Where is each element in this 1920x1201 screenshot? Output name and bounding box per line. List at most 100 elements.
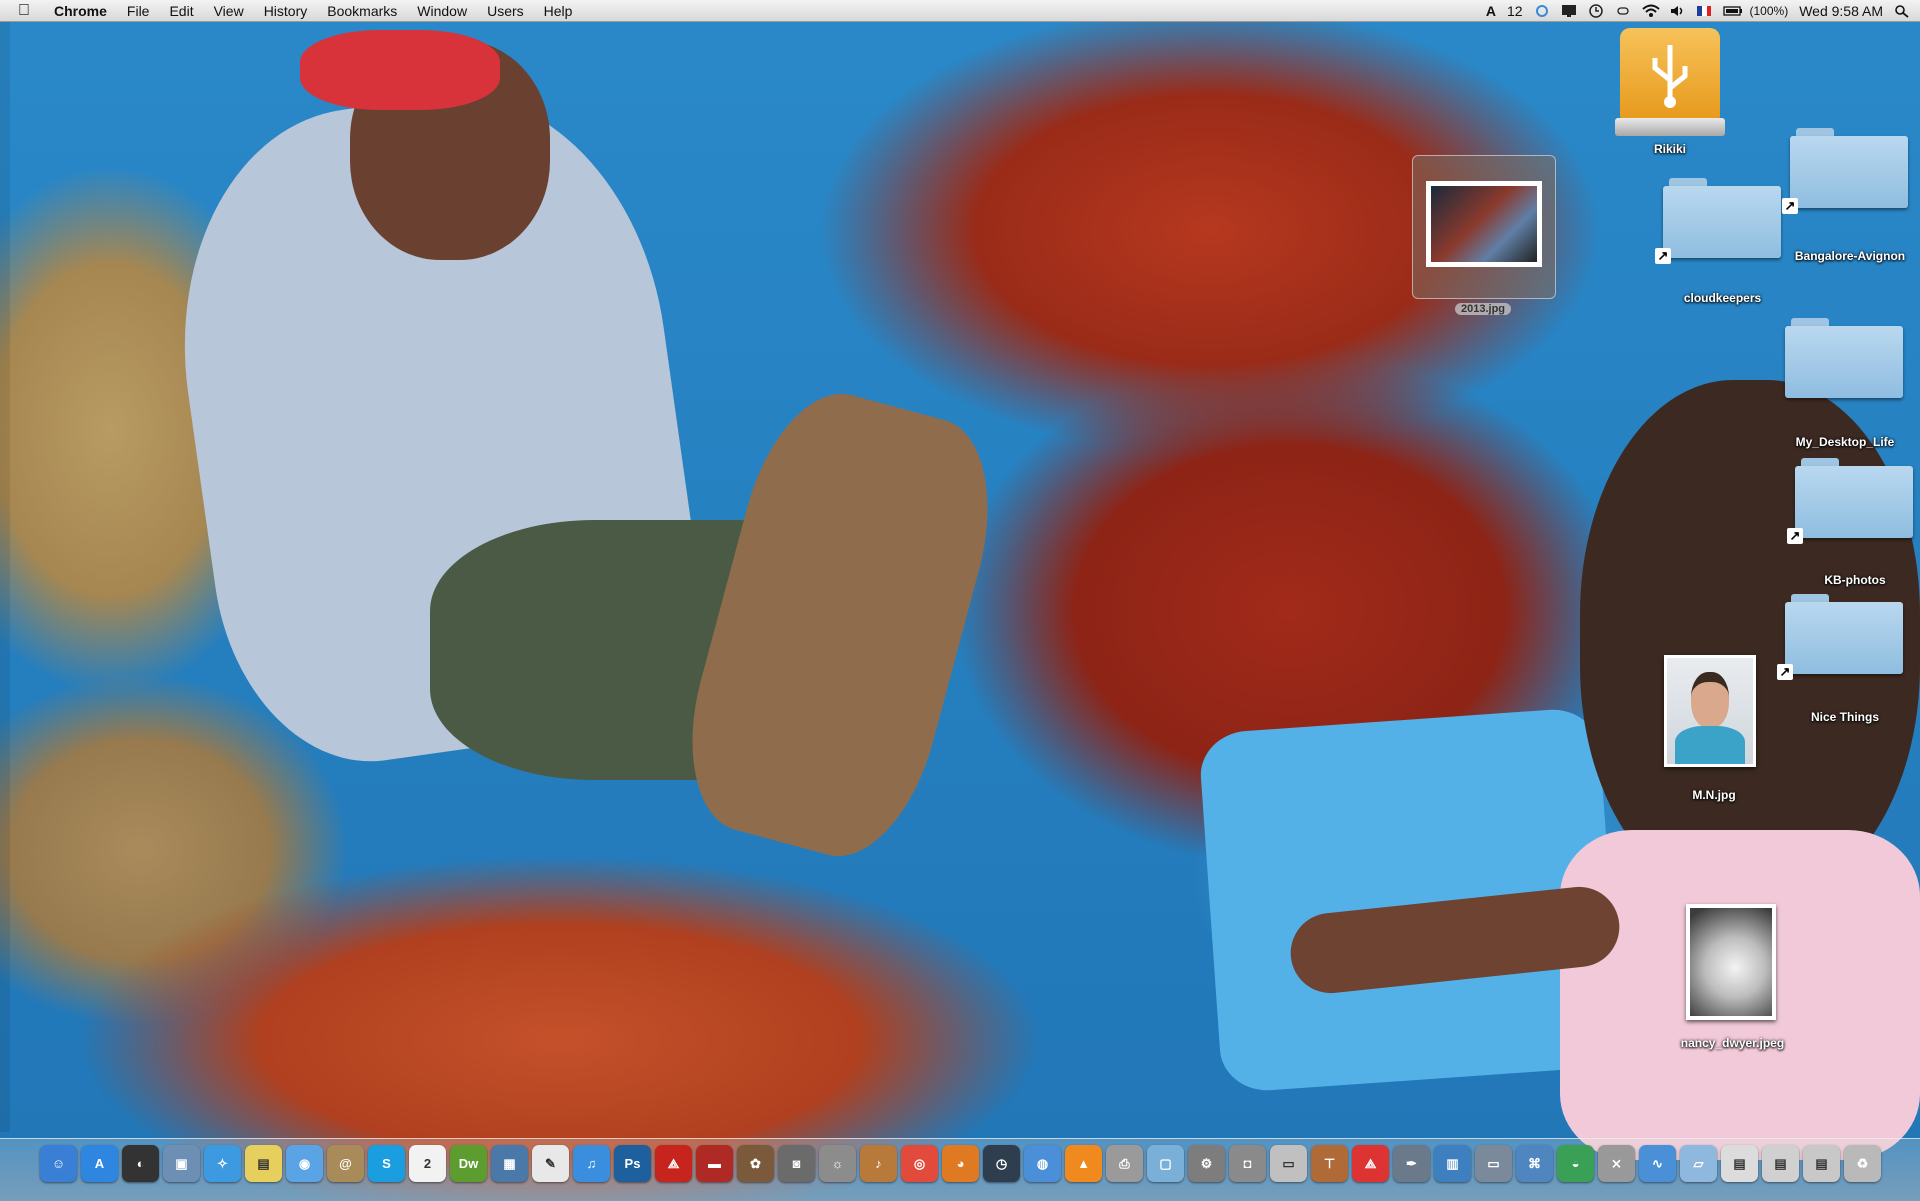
keyboard-viewer-icon[interactable]: A [1486,3,1496,19]
skype-icon[interactable]: S [368,1145,405,1182]
battery-icon[interactable] [1722,4,1742,18]
portrait-shirt [1675,726,1745,764]
folder-body [1790,136,1908,208]
app-store-icon[interactable]: A [81,1145,118,1182]
file-nancy-label: nancy_dwyer.jpeg [1680,1036,1785,1050]
time-machine-icon[interactable]: ◷ [983,1145,1020,1182]
remote-desktop-icon[interactable]: ▭ [1475,1145,1512,1182]
menu-file[interactable]: File [117,3,160,19]
folder-my-desktop-life[interactable]: My_Desktop_Life [1780,318,1910,456]
portrait-background [1667,658,1753,764]
downloads-stack-icon[interactable]: ▤ [1762,1145,1799,1182]
script-editor-icon[interactable]: ✒ [1393,1145,1430,1182]
folder-icon [1785,318,1903,398]
menu-app-name[interactable]: Chrome [40,3,117,19]
iphoto-icon[interactable]: ✿ [737,1145,774,1182]
menu-bookmarks[interactable]: Bookmarks [317,3,407,19]
grapher-icon[interactable]: ⨯ [1598,1145,1635,1182]
menu-window[interactable]: Window [407,3,477,19]
flag-icon[interactable] [1696,4,1712,18]
menu-users[interactable]: Users [477,3,534,19]
folder-body [1795,466,1913,538]
finder-icon[interactable]: ☺ [40,1145,77,1182]
stickies-icon[interactable]: ▤ [245,1145,282,1182]
dreamweaver-icon[interactable]: Dw [450,1145,487,1182]
alias-arrow-icon: ↗ [1787,528,1803,544]
itunes-icon[interactable]: ♫ [573,1145,610,1182]
wifi-icon[interactable] [1641,4,1660,18]
safari-icon[interactable]: ✧ [204,1145,241,1182]
system-preferences-icon[interactable]: ⚙ [1188,1145,1225,1182]
calendar-icon[interactable]: 2 [409,1145,446,1182]
applications-stack-icon[interactable]: ▱ [1680,1145,1717,1182]
activity-monitor-icon[interactable]: ▥ [1434,1145,1471,1182]
battery-percent[interactable]: (100%) [1750,4,1789,18]
printer-icon[interactable]: ⎙ [1106,1145,1143,1182]
address-book-icon[interactable]: @ [327,1145,364,1182]
menu-bar:  Chrome File Edit View History Bookmark… [0,0,1920,22]
menu-history[interactable]: History [254,3,318,19]
image-capture-icon[interactable]: ◙ [778,1145,815,1182]
volume-icon[interactable] [1669,4,1685,18]
screenshot-icon[interactable]: ◘ [1229,1145,1266,1182]
folder-alias-icon: ↗ [1782,128,1908,214]
folder-alias-icon: ↗ [1777,594,1903,680]
folder-kb-photos[interactable]: ↗ KB-photos [1787,458,1920,593]
automator-icon[interactable]: ☼ [819,1145,856,1182]
clock[interactable]: Wed 9:58 AM [1799,3,1883,19]
folder-nice-things[interactable]: ↗ Nice Things [1777,594,1910,729]
flashcards-icon[interactable]: ▬ [696,1145,733,1182]
dock: ☺ A ◐ ▣ ✧ ▤ ◉ @ S 2 Dw ▦ ✎ ♫ Ps ⟁ ▬ ✿ ◙ ☼ ♪ ◎ ◕ ◷ ◍ ▲ ⎙ ▢ ⚙ ◘ ▭ ⊤ ⟁ ✒ ▥ ▭ ⌘ ◒… [0,1138,1920,1201]
apple-icon[interactable]:  [18,2,40,20]
status-menus: A 12 (100%) Wed 9:58 AM [1486,0,1910,22]
network-utility-icon[interactable]: ⌘ [1516,1145,1553,1182]
textedit-icon[interactable]: ✎ [532,1145,569,1182]
menu-help[interactable]: Help [534,3,583,19]
bluetooth-icon[interactable] [1615,4,1631,18]
folder-cloudkeepers[interactable]: ↗ cloudkeepers [1655,178,1785,308]
folder-body [1785,326,1903,398]
dashboard-icon[interactable]: ◐ [122,1145,159,1182]
folder-nice-things-label: Nice Things [1810,710,1879,724]
time-machine-menu-icon[interactable] [1588,4,1604,18]
alias-arrow-icon: ↗ [1782,198,1798,214]
preview-icon[interactable]: ▣ [163,1145,200,1182]
image-file-icon [1686,904,1776,1020]
disk-utility-icon[interactable]: ◍ [1024,1145,1061,1182]
file-mn-jpg[interactable]: M.N.jpg [1660,655,1768,805]
menu-edit[interactable]: Edit [159,3,203,19]
drive-label: Rikiki [1653,142,1686,156]
display-icon[interactable] [1561,4,1577,18]
keynote-icon[interactable]: ▭ [1270,1145,1307,1182]
wallpaper-turban [300,30,500,110]
migration-icon[interactable]: ∿ [1639,1145,1676,1182]
documents-stack-icon[interactable]: ▤ [1721,1145,1758,1182]
vlc-icon[interactable]: ▲ [1065,1145,1102,1182]
keyboard-count[interactable]: 12 [1507,3,1523,19]
folder-cloudkeepers-label: cloudkeepers [1683,291,1762,305]
file-nancy-dwyer-jpeg[interactable]: nancy_dwyer.jpeg [1670,900,1795,1055]
trash-icon[interactable]: ♻ [1844,1145,1881,1182]
filemerge-icon[interactable]: ▢ [1147,1145,1184,1182]
ichat-icon[interactable]: ◉ [286,1145,323,1182]
spotlight-search-icon[interactable] [1894,4,1910,18]
file-2013-label: 2013.jpg [1454,303,1512,315]
usb-drive-base [1615,118,1725,136]
photoshop-icon[interactable]: Ps [614,1145,651,1182]
cyberduck-icon[interactable]: ◒ [1557,1145,1594,1182]
stack-icon[interactable]: ▤ [1803,1145,1840,1182]
thumbnail-frame [1426,181,1542,267]
drive-rikiki[interactable]: Rikiki [1605,28,1735,156]
folder-bangalore-avignon[interactable]: ↗ Bangalore-Avignon [1782,128,1915,268]
firefox-icon[interactable]: ◕ [942,1145,979,1182]
menu-view[interactable]: View [204,3,254,19]
dock-items: ☺ A ◐ ▣ ✧ ▤ ◉ @ S 2 Dw ▦ ✎ ♫ Ps ⟁ ▬ ✿ ◙ ☼ ♪ ◎ ◕ ◷ ◍ ▲ ⎙ ▢ ⚙ ◘ ▭ ⊤ ⟁ ✒ ▥ ▭ ⌘ ◒… [40,1145,1881,1182]
file-2013-jpg[interactable]: 2013.jpg [1412,155,1556,317]
chrome-icon[interactable]: ◎ [901,1145,938,1182]
presentation-icon[interactable]: ⊤ [1311,1145,1348,1182]
sync-icon[interactable] [1534,4,1550,18]
acrobat-icon[interactable]: ⟁ [655,1145,692,1182]
photo-browser-icon[interactable]: ▦ [491,1145,528,1182]
pdf-icon[interactable]: ⟁ [1352,1145,1389,1182]
garageband-icon[interactable]: ♪ [860,1145,897,1182]
